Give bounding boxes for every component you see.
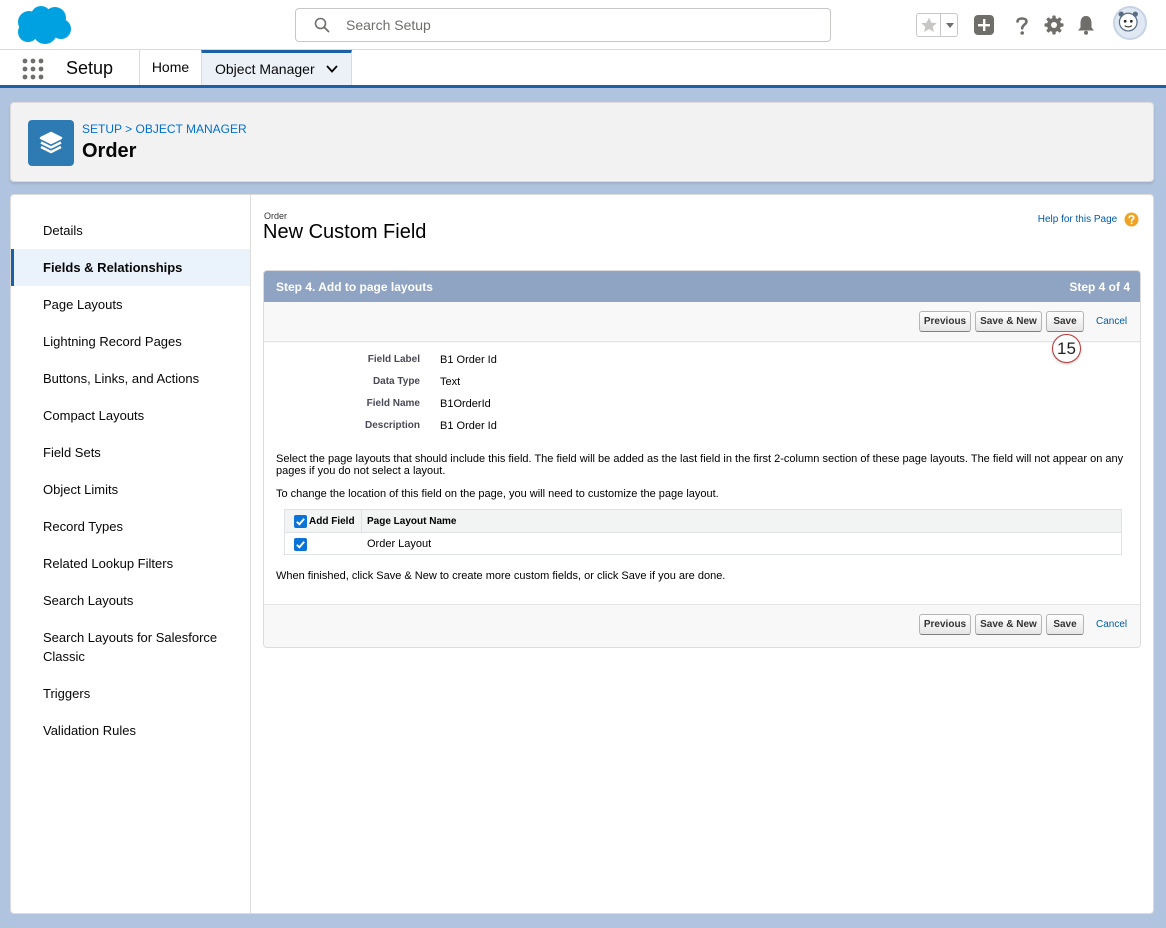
wizard-block: Step 4. Add to page layouts Step 4 of 4 … <box>263 270 1141 648</box>
step-header: Step 4. Add to page layouts Step 4 of 4 <box>264 271 1140 302</box>
breadcrumb-object-manager-link[interactable]: OBJECT MANAGER <box>136 122 247 136</box>
breadcrumb-setup-link[interactable]: SETUP <box>82 122 122 136</box>
page-layout-name-header: Page Layout Name <box>367 516 457 527</box>
favorites-control[interactable] <box>916 13 958 37</box>
chevron-down-icon[interactable] <box>325 63 339 75</box>
field-label-row: Field Label B1 Order Id <box>264 354 1140 368</box>
app-name: Setup <box>66 58 114 78</box>
field-label-value: B1 Order Id <box>440 354 497 366</box>
checkmark-icon <box>296 518 305 526</box>
field-name-key: Field Name <box>366 398 420 409</box>
field-label-key: Field Label <box>367 354 420 365</box>
help-link[interactable]: Help for this Page <box>1038 212 1139 227</box>
sidebar-item-details[interactable]: Details <box>11 221 250 240</box>
sidebar-item-record-types[interactable]: Record Types <box>11 517 250 536</box>
global-header <box>0 0 1166 50</box>
previous-button-bottom[interactable]: Previous <box>919 614 971 635</box>
sidebar-item-object-limits[interactable]: Object Limits <box>11 480 250 499</box>
sidebar-item-fields-relationships[interactable]: Fields & Relationships <box>11 249 250 286</box>
astro-avatar-icon <box>1118 11 1138 32</box>
table-row: Order Layout <box>285 533 1121 555</box>
search-input[interactable] <box>346 9 816 41</box>
favorites-list-button[interactable] <box>942 14 958 36</box>
user-avatar[interactable] <box>1113 6 1147 40</box>
sidebar-item-related-lookup-filters[interactable]: Related Lookup Filters <box>11 554 250 573</box>
caret-down-icon <box>946 23 954 28</box>
tab-object-manager[interactable]: Object Manager <box>201 50 352 85</box>
save-button[interactable]: Save <box>1046 311 1084 332</box>
description-value: B1 Order Id <box>440 420 497 432</box>
data-type-value: Text <box>440 376 461 388</box>
tab-object-manager-label: Object Manager <box>215 61 315 77</box>
description-row: Description B1 Order Id <box>264 420 1140 434</box>
content-area: Order New Custom Field Help for this Pag… <box>263 195 1143 895</box>
page-layout-name: Order Layout <box>367 538 432 550</box>
gear-icon[interactable] <box>1042 13 1066 37</box>
object-header: SETUP > OBJECT MANAGER Order <box>10 102 1154 182</box>
help-link-label[interactable]: Help for this Page <box>1038 214 1118 225</box>
object-type-label: Order <box>264 211 288 221</box>
search-icon <box>314 17 330 33</box>
object-sidebar: Details Fields & Relationships Page Layo… <box>11 195 251 913</box>
sidebar-item-compact-layouts[interactable]: Compact Layouts <box>11 406 250 425</box>
salesforce-logo-icon[interactable] <box>14 5 72 45</box>
global-actions-add-icon[interactable] <box>972 13 996 37</box>
table-header: Add Field Page Layout Name <box>285 510 1121 533</box>
sidebar-item-buttons-links-actions[interactable]: Buttons, Links, and Actions <box>11 369 250 388</box>
sidebar-item-search-layouts-classic[interactable]: Search Layouts for Salesforce Classic <box>11 628 231 666</box>
data-type-row: Data Type Text <box>264 376 1140 390</box>
field-name-row: Field Name B1OrderId <box>264 398 1140 412</box>
app-launcher-icon[interactable] <box>22 58 44 80</box>
sidebar-item-search-layouts[interactable]: Search Layouts <box>11 591 250 610</box>
search-box[interactable] <box>295 8 831 42</box>
save-new-button[interactable]: Save & New <box>975 311 1042 332</box>
sidebar-item-validation-rules[interactable]: Validation Rules <box>11 721 250 740</box>
data-type-key: Data Type <box>372 376 420 387</box>
sidebar-item-page-layouts[interactable]: Page Layouts <box>11 295 250 314</box>
layers-icon <box>39 131 63 154</box>
object-icon <box>28 120 74 166</box>
help-icon[interactable] <box>1010 13 1034 37</box>
notifications-bell-icon[interactable] <box>1074 13 1098 37</box>
breadcrumb-separator: > <box>125 122 133 136</box>
sidebar-item-lightning-record-pages[interactable]: Lightning Record Pages <box>11 332 250 351</box>
step-count: Step 4 of 4 <box>1069 280 1130 294</box>
context-bar: Setup Home Object Manager <box>0 50 1166 88</box>
page-layout-table: Add Field Page Layout Name Order Layout <box>284 509 1122 555</box>
star-icon <box>921 17 937 32</box>
previous-button[interactable]: Previous <box>919 311 971 332</box>
order-layout-checkbox[interactable] <box>294 538 307 551</box>
help-question-icon[interactable] <box>1124 212 1139 227</box>
page-title: New Custom Field <box>263 221 427 243</box>
save-new-button-bottom[interactable]: Save & New <box>975 614 1042 635</box>
finish-note: When finished, click Save & New to creat… <box>276 570 726 582</box>
layout-instructions: Select the page layouts that should incl… <box>276 453 1124 477</box>
cancel-link-bottom[interactable]: Cancel <box>1096 619 1127 630</box>
step-body: Field Label B1 Order Id Data Type Text F… <box>264 343 1140 604</box>
add-field-header: Add Field <box>285 510 362 532</box>
main-panel: Details Fields & Relationships Page Layo… <box>10 194 1154 914</box>
field-name-value: B1OrderId <box>440 398 491 410</box>
bottom-button-row: Previous Save & New Save Cancel <box>264 604 1140 647</box>
sidebar-item-field-sets[interactable]: Field Sets <box>11 443 250 462</box>
top-button-row: Previous Save & New Save Cancel <box>264 302 1140 342</box>
breadcrumb: SETUP > OBJECT MANAGER <box>82 122 247 136</box>
add-field-header-label: Add Field <box>309 516 355 527</box>
tab-home[interactable]: Home <box>139 50 201 85</box>
step-callout-badge: 15 <box>1052 334 1081 363</box>
object-title: Order <box>82 140 137 162</box>
step-title: Step 4. Add to page layouts <box>276 280 433 294</box>
sidebar-item-triggers[interactable]: Triggers <box>11 684 250 703</box>
description-key: Description <box>364 420 420 431</box>
checkmark-icon <box>296 541 305 549</box>
select-all-checkbox[interactable] <box>294 515 307 528</box>
favorite-star-button[interactable] <box>917 14 941 36</box>
save-button-bottom[interactable]: Save <box>1046 614 1084 635</box>
cancel-link[interactable]: Cancel <box>1096 316 1127 327</box>
location-instructions: To change the location of this field on … <box>276 488 719 500</box>
